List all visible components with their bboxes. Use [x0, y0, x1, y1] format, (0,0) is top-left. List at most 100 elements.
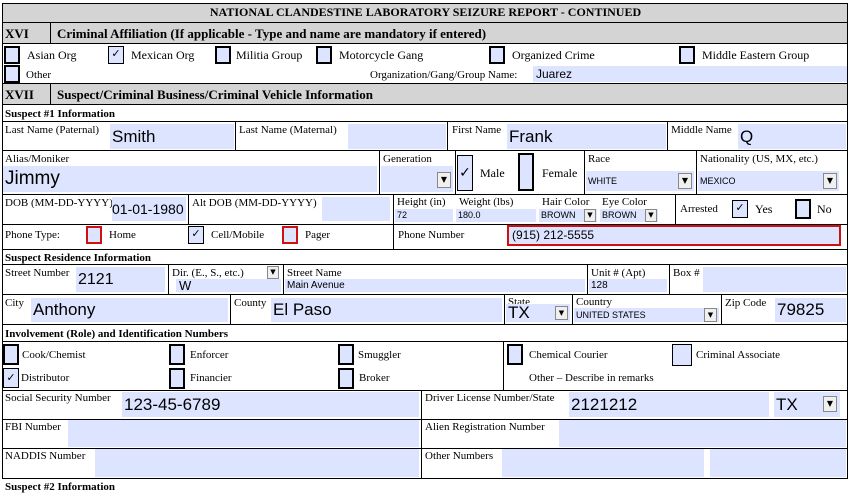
org-name-label: Organization/Gang/Group Name:	[370, 69, 518, 81]
role-distributor-checkbox[interactable]: ✓	[3, 368, 19, 388]
section-17-title: Suspect/Criminal Business/Criminal Vehic…	[57, 87, 373, 102]
checkbox-mexican-org[interactable]: ✓	[108, 46, 124, 64]
dropdown-arrow-icon[interactable]: ▼	[437, 172, 451, 188]
alt-dob-label: Alt DOB (MM-DD-YYYY)	[192, 197, 317, 209]
role-financier-checkbox[interactable]	[169, 368, 185, 389]
country-select[interactable]: UNITED STATES	[574, 308, 719, 322]
label-militia-group: Militia Group	[236, 48, 303, 62]
phone-type-label: Phone Type:	[5, 229, 60, 241]
alien-field[interactable]	[559, 420, 846, 447]
last-name-paternal-label: Last Name (Paternal)	[5, 124, 100, 136]
naddis-label: NADDIS Number	[5, 450, 86, 462]
nationality-select[interactable]: MEXICO	[698, 171, 839, 191]
dropdown-arrow-icon[interactable]: ▼	[555, 306, 568, 320]
zip-field[interactable]: 79825	[775, 298, 846, 322]
label-middle-eastern-group: Middle Eastern Group	[702, 48, 810, 62]
check-icon: ✓	[459, 165, 471, 181]
female-checkbox[interactable]	[518, 153, 534, 191]
street-number-label: Street Number	[5, 267, 70, 279]
last-name-maternal-field[interactable]	[348, 124, 446, 149]
role-criminal-associate-checkbox[interactable]	[672, 344, 692, 366]
city-field[interactable]: Anthony	[31, 298, 228, 322]
phone-pager-checkbox[interactable]	[282, 226, 298, 244]
weight-label: Weight (lbs)	[459, 196, 514, 208]
dropdown-arrow-icon[interactable]: ▼	[823, 173, 837, 189]
role-financier-label: Financier	[190, 372, 232, 384]
dropdown-arrow-icon[interactable]: ▼	[704, 308, 717, 322]
first-name-label: First Name	[452, 124, 502, 136]
checkbox-militia-group[interactable]	[215, 46, 231, 64]
checkbox-motorcycle-gang[interactable]	[316, 46, 332, 64]
height-field[interactable]: 72	[395, 209, 453, 222]
dropdown-arrow-icon[interactable]: ▼	[823, 396, 837, 412]
other-numbers-field-1[interactable]	[502, 449, 704, 477]
last-name-paternal-field[interactable]: Smith	[110, 124, 234, 149]
dob-field[interactable]: 01-01-1980	[112, 197, 186, 221]
alt-dob-field[interactable]	[322, 197, 390, 221]
section-16-title: Criminal Affiliation (If applicable - Ty…	[57, 26, 487, 41]
suspect2-heading: Suspect #2 Information	[5, 481, 116, 493]
middle-name-field[interactable]: Q	[738, 124, 846, 149]
other-numbers-field-2[interactable]	[710, 449, 846, 477]
role-enforcer-checkbox[interactable]	[169, 344, 185, 365]
role-smuggler-checkbox[interactable]	[338, 344, 354, 365]
checkbox-other-affiliation[interactable]	[4, 65, 20, 83]
city-label: City	[5, 297, 24, 309]
org-name-field[interactable]: Juarez	[533, 66, 847, 82]
phone-cell-label: Cell/Mobile	[211, 229, 265, 241]
role-smuggler-label: Smuggler	[358, 349, 401, 361]
role-broker-checkbox[interactable]	[338, 368, 354, 389]
alias-field[interactable]: Jimmy	[3, 166, 377, 192]
arrested-no-label: No	[817, 202, 832, 216]
dropdown-arrow-icon[interactable]: ▼	[645, 209, 657, 222]
dl-field[interactable]: 2121212	[569, 392, 769, 417]
height-label: Height (in)	[397, 196, 446, 208]
zip-label: Zip Code	[725, 297, 767, 309]
involvement-heading: Involvement (Role) and Identification Nu…	[5, 328, 229, 340]
role-cook-checkbox[interactable]	[3, 344, 19, 365]
checkbox-organized-crime[interactable]	[489, 46, 505, 64]
dropdown-arrow-icon[interactable]: ▼	[678, 173, 692, 189]
dropdown-arrow-icon[interactable]: ▼	[267, 266, 279, 279]
county-field[interactable]: El Paso	[271, 298, 502, 322]
male-checkbox[interactable]: ✓	[457, 155, 473, 191]
check-icon: ✓	[191, 227, 201, 240]
middle-name-label: Middle Name	[671, 124, 732, 136]
arrested-yes-checkbox[interactable]: ✓	[732, 200, 748, 218]
label-mexican-org: Mexican Org	[131, 48, 195, 62]
hair-label: Hair Color	[542, 196, 590, 208]
fbi-field[interactable]	[68, 420, 419, 447]
check-icon: ✓	[735, 201, 745, 214]
street-name-field[interactable]: Main Avenue	[285, 279, 585, 292]
arrested-no-checkbox[interactable]	[795, 199, 811, 219]
role-chemical-courier-checkbox[interactable]	[507, 344, 523, 365]
generation-label: Generation	[383, 153, 432, 165]
arrested-yes-label: Yes	[755, 202, 773, 216]
fbi-label: FBI Number	[5, 421, 61, 433]
dropdown-arrow-icon[interactable]: ▼	[584, 209, 596, 222]
unit-field[interactable]: 128	[589, 279, 667, 292]
arrested-label: Arrested	[680, 203, 718, 215]
dir-select[interactable]: W	[176, 279, 281, 292]
phone-cell-checkbox[interactable]: ✓	[188, 226, 204, 244]
label-organized-crime: Organized Crime	[512, 48, 595, 62]
ssn-label: Social Security Number	[5, 392, 111, 404]
street-number-field[interactable]: 2121	[76, 267, 165, 292]
ssn-field[interactable]: 123-45-6789	[122, 392, 419, 417]
dl-label: Driver License Number/State	[425, 392, 555, 404]
box-label: Box #	[673, 267, 700, 279]
role-distributor-label: Distributor	[21, 372, 70, 384]
phone-home-checkbox[interactable]	[86, 226, 102, 244]
checkbox-middle-eastern-group[interactable]	[679, 46, 695, 64]
alien-label: Alien Registration Number	[425, 421, 545, 433]
check-icon: ✓	[111, 47, 121, 60]
alias-label: Alias/Moniker	[5, 153, 70, 165]
checkbox-asian-org[interactable]	[4, 46, 20, 64]
phone-number-field[interactable]: (915) 212-5555	[507, 225, 841, 246]
section-17-number: XVII	[5, 87, 34, 102]
weight-field[interactable]: 180.0	[456, 209, 536, 222]
first-name-field[interactable]: Frank	[507, 124, 666, 149]
role-enforcer-label: Enforcer	[190, 349, 229, 361]
box-field[interactable]	[703, 267, 846, 292]
naddis-field[interactable]	[95, 449, 419, 477]
